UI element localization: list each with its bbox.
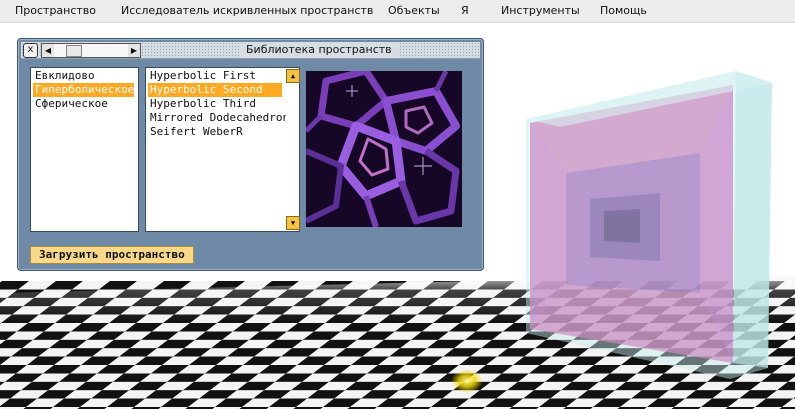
translucent-cube [526, 71, 772, 379]
space-item-mirrored-dodecahedron[interactable]: Mirrored Dodecahedron [148, 111, 289, 125]
space-item-hyperbolic-third[interactable]: Hyperbolic Third [148, 97, 282, 111]
scroll-down-icon[interactable]: ▼ [286, 216, 300, 230]
close-icon: x [27, 44, 34, 55]
category-item-hyperbolic[interactable]: Гиперболическое [33, 83, 134, 97]
space-item-hyperbolic-first[interactable]: Hyperbolic First [148, 69, 282, 83]
window-titlebar[interactable]: x ◀ ▶ Библиотека пространств [21, 42, 480, 59]
space-item-seifert-weber[interactable]: Seifert WeberR [148, 125, 282, 139]
category-list[interactable]: Евклидово Гиперболическое Сферическое [30, 67, 139, 232]
scroll-up-icon[interactable]: ▲ [286, 69, 300, 83]
space-preview-image [306, 71, 462, 227]
space-list[interactable]: Hyperbolic First Hyperbolic Second Hyper… [145, 67, 300, 232]
menu-bar: Пространство Исследователь искривленных … [0, 0, 795, 23]
light-glow [451, 369, 483, 393]
scroll-left-icon[interactable]: ◀ [42, 44, 54, 57]
vertical-scrollbar[interactable]: ▲ ▼ [286, 68, 300, 231]
menu-objects[interactable]: Объекты [388, 4, 440, 17]
menu-space[interactable]: Пространство [15, 4, 96, 17]
close-button[interactable]: x [23, 43, 38, 58]
menu-help[interactable]: Помощь [600, 4, 647, 17]
category-item-spherical[interactable]: Сферическое [33, 97, 134, 111]
scroll-right-icon[interactable]: ▶ [128, 44, 140, 57]
load-space-button[interactable]: Загрузить пространство [30, 246, 194, 264]
window-title: Библиотека пространств [240, 42, 398, 58]
space-library-window: x ◀ ▶ Библиотека пространств Евклидово Г… [17, 38, 484, 271]
menu-me[interactable]: Я [461, 4, 469, 17]
horizontal-scrollbar[interactable]: ◀ ▶ [41, 43, 141, 58]
category-item-euclidean[interactable]: Евклидово [33, 69, 134, 83]
space-item-hyperbolic-second[interactable]: Hyperbolic Second [148, 83, 282, 97]
menu-curved-space-explorer[interactable]: Исследователь искривленных пространств [121, 4, 373, 17]
menu-tools[interactable]: Инструменты [501, 4, 580, 17]
scrollbar-thumb[interactable] [66, 45, 82, 57]
